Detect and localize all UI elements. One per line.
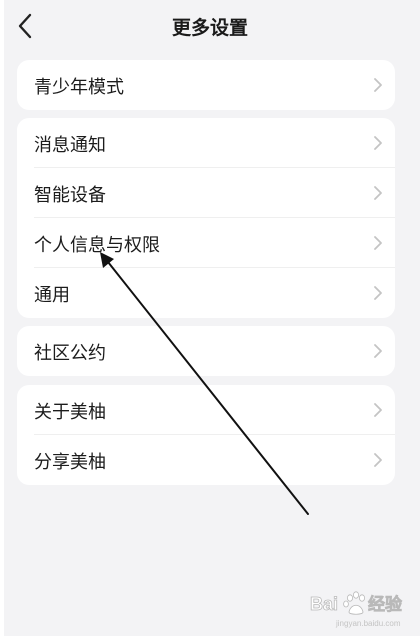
chevron-right-icon: [374, 453, 382, 467]
watermark-logo-icon: Bai 经验 jingyan.baidu.com: [310, 591, 403, 628]
svg-text:jingyan.baidu.com: jingyan.baidu.com: [335, 619, 401, 628]
chevron-right-icon: [374, 286, 382, 300]
header-bar: 更多设置: [0, 0, 420, 52]
chevron-right-icon: [374, 236, 382, 250]
row-label: 通用: [34, 285, 70, 306]
row-label: 关于美柚: [34, 402, 106, 423]
chevron-right-icon: [374, 78, 382, 92]
row-label: 消息通知: [34, 135, 106, 156]
row-label: 智能设备: [34, 185, 106, 206]
row-general[interactable]: 通用: [17, 268, 395, 318]
settings-group-2: 消息通知 智能设备 个人信息与权限 通用: [17, 118, 395, 318]
settings-group-4: 关于美柚 分享美柚: [17, 385, 395, 485]
row-label: 分享美柚: [34, 452, 106, 473]
baidu-watermark: Bai 经验 jingyan.baidu.com: [306, 584, 416, 632]
page-title: 更多设置: [171, 17, 248, 39]
row-about[interactable]: 关于美柚: [17, 385, 395, 435]
row-share[interactable]: 分享美柚: [17, 435, 395, 485]
row-personal-info-permissions[interactable]: 个人信息与权限: [17, 218, 395, 268]
left-edge-strip: [0, 0, 4, 636]
settings-group-3: 社区公约: [17, 326, 395, 376]
row-label: 青少年模式: [34, 77, 124, 98]
svg-text:经验: 经验: [368, 594, 403, 615]
row-teen-mode[interactable]: 青少年模式: [17, 60, 395, 110]
chevron-right-icon: [374, 403, 382, 417]
row-community-rules[interactable]: 社区公约: [17, 326, 395, 376]
chevron-right-icon: [374, 344, 382, 358]
svg-text:Bai: Bai: [310, 594, 338, 614]
row-smart-devices[interactable]: 智能设备: [17, 168, 395, 218]
row-notifications[interactable]: 消息通知: [17, 118, 395, 168]
chevron-right-icon: [374, 136, 382, 150]
chevron-right-icon: [374, 186, 382, 200]
row-label: 个人信息与权限: [34, 235, 160, 256]
settings-group-1: 青少年模式: [17, 60, 395, 110]
row-label: 社区公约: [34, 343, 106, 364]
